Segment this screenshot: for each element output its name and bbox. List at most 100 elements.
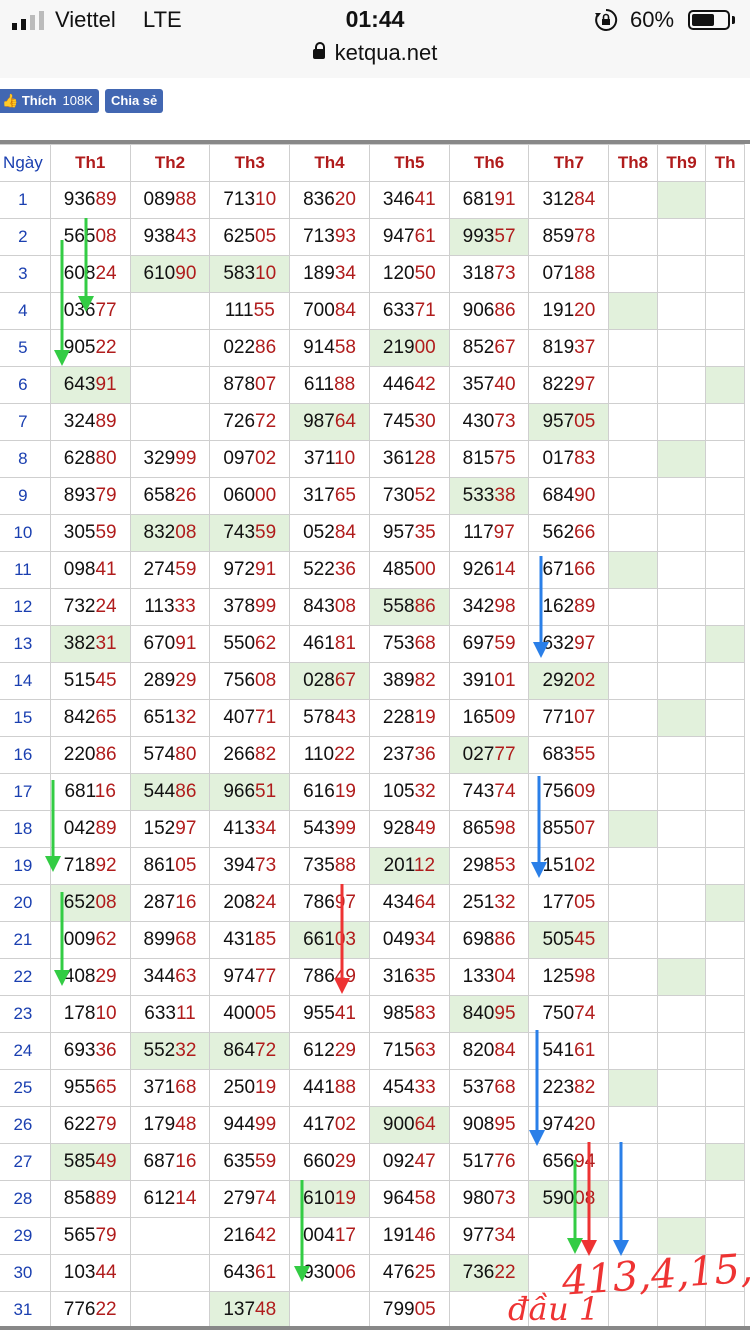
- result-tail-digits: 05: [175, 855, 197, 876]
- result-cell: [656, 255, 707, 293]
- result-cell: 90895: [448, 1106, 530, 1144]
- result-head-digits: 071: [542, 263, 575, 284]
- result-tail-digits: 91: [175, 633, 197, 654]
- result-cell: 73588: [289, 847, 370, 885]
- result-cell: 60824: [49, 255, 131, 293]
- result-cell: 66103: [289, 921, 370, 959]
- result-head-digits: 743: [223, 522, 256, 543]
- like-label: Thích: [21, 93, 57, 108]
- column-header-th4: Th4: [289, 144, 370, 182]
- result-cell: 54161: [528, 1032, 610, 1070]
- result-tail-digits: 43: [334, 707, 356, 728]
- result-tail-digits: 86: [175, 781, 197, 802]
- result-cell: 19120: [528, 292, 610, 330]
- result-tail-digits: 19: [334, 781, 356, 802]
- result-head-digits: 815: [462, 448, 495, 469]
- result-head-digits: 713: [303, 226, 335, 247]
- result-cell: 96458: [368, 1180, 450, 1218]
- result-cell: [705, 1106, 745, 1144]
- result-cell: 10344: [49, 1254, 131, 1292]
- result-cell: 38231: [49, 625, 131, 663]
- result-cell: 90686: [448, 292, 530, 330]
- result-cell: 82297: [528, 366, 610, 404]
- result-tail-digits: 41: [414, 189, 436, 210]
- result-cell: 04934: [368, 921, 450, 959]
- result-cell: 71563: [368, 1032, 450, 1070]
- result-tail-digits: 41: [95, 559, 117, 580]
- day-cell: 4: [0, 292, 51, 330]
- result-head-digits: 454: [382, 1077, 415, 1098]
- result-cell: 68490: [528, 477, 610, 515]
- result-cell: 83208: [129, 514, 211, 552]
- result-cell: [608, 1180, 658, 1218]
- result-cell: 12050: [368, 255, 450, 293]
- result-head-digits: 565: [63, 1225, 96, 1246]
- result-head-digits: 152: [143, 818, 176, 839]
- result-tail-digits: 11: [175, 1003, 196, 1024]
- result-head-digits: 552: [143, 1040, 176, 1061]
- result-tail-digits: 31: [95, 633, 117, 654]
- result-cell: [656, 1180, 707, 1218]
- result-tail-digits: 59: [95, 522, 117, 543]
- result-tail-digits: 20: [574, 1114, 596, 1135]
- result-cell: 61090: [129, 255, 211, 293]
- result-head-digits: 726: [223, 411, 256, 432]
- result-tail-digits: 64: [414, 892, 436, 913]
- result-cell: 85507: [528, 810, 610, 848]
- result-cell: 09702: [209, 440, 291, 478]
- result-cell: [608, 440, 658, 478]
- result-cell: 57843: [289, 699, 370, 737]
- result-tail-digits: 36: [414, 744, 436, 765]
- result-cell: [608, 1143, 658, 1181]
- result-cell: [705, 625, 745, 663]
- result-tail-digits: 02: [334, 1114, 356, 1135]
- result-tail-digits: 97: [175, 818, 197, 839]
- result-head-digits: 216: [223, 1225, 256, 1246]
- result-cell: 06000: [209, 477, 291, 515]
- result-head-digits: 329: [143, 448, 176, 469]
- result-cell: 75609: [528, 773, 610, 811]
- facebook-share-button[interactable]: Chia sẻ: [105, 89, 164, 113]
- result-cell: 54486: [129, 773, 211, 811]
- result-tail-digits: 43: [175, 226, 197, 247]
- result-cell: 46181: [289, 625, 370, 663]
- result-cell: [705, 662, 745, 700]
- table-row: 5 90522 02286 91458 21900 85267 81937: [0, 329, 745, 367]
- address-bar[interactable]: ketqua.net: [0, 40, 750, 66]
- result-cell: 51545: [49, 662, 131, 700]
- result-cell: 73622: [448, 1254, 530, 1292]
- result-head-digits: 113: [144, 596, 175, 617]
- result-cell: 85978: [528, 218, 610, 256]
- result-cell: 64391: [49, 366, 131, 404]
- result-cell: 71310: [209, 181, 291, 219]
- result-tail-digits: 33: [174, 596, 196, 617]
- result-cell: [608, 662, 658, 700]
- result-tail-digits: 78: [574, 226, 596, 247]
- result-head-digits: 317: [303, 485, 335, 506]
- result-tail-digits: 44: [95, 1262, 117, 1283]
- result-head-digits: 292: [542, 670, 575, 691]
- result-head-digits: 389: [382, 670, 415, 691]
- result-cell: 40005: [209, 995, 291, 1033]
- table-row: 9 89379 65826 06000 31765 73052 53338 68490: [0, 477, 745, 515]
- facebook-like-button[interactable]: 👍 Thích 108K: [0, 89, 99, 113]
- result-cell: [705, 958, 745, 996]
- result-cell: [656, 810, 707, 848]
- result-cell: [705, 1217, 745, 1255]
- result-cell: [705, 440, 745, 478]
- result-cell: [705, 292, 745, 330]
- result-cell: 72672: [209, 403, 291, 441]
- result-cell: 45433: [368, 1069, 450, 1107]
- result-head-digits: 864: [223, 1040, 256, 1061]
- result-head-digits: 628: [63, 448, 96, 469]
- result-cell: [656, 625, 707, 663]
- result-cell: 84265: [49, 699, 131, 737]
- result-cell: 39473: [209, 847, 291, 885]
- result-head-digits: 585: [63, 1151, 96, 1172]
- result-tail-digits: 65: [95, 1077, 117, 1098]
- battery-percent: 60%: [630, 7, 675, 32]
- result-head-digits: 049: [382, 929, 415, 950]
- result-cell: 34298: [448, 588, 530, 626]
- result-cell: [608, 329, 658, 367]
- table-row: 4 03677 11155 70084 63371 90686 19120: [0, 292, 745, 330]
